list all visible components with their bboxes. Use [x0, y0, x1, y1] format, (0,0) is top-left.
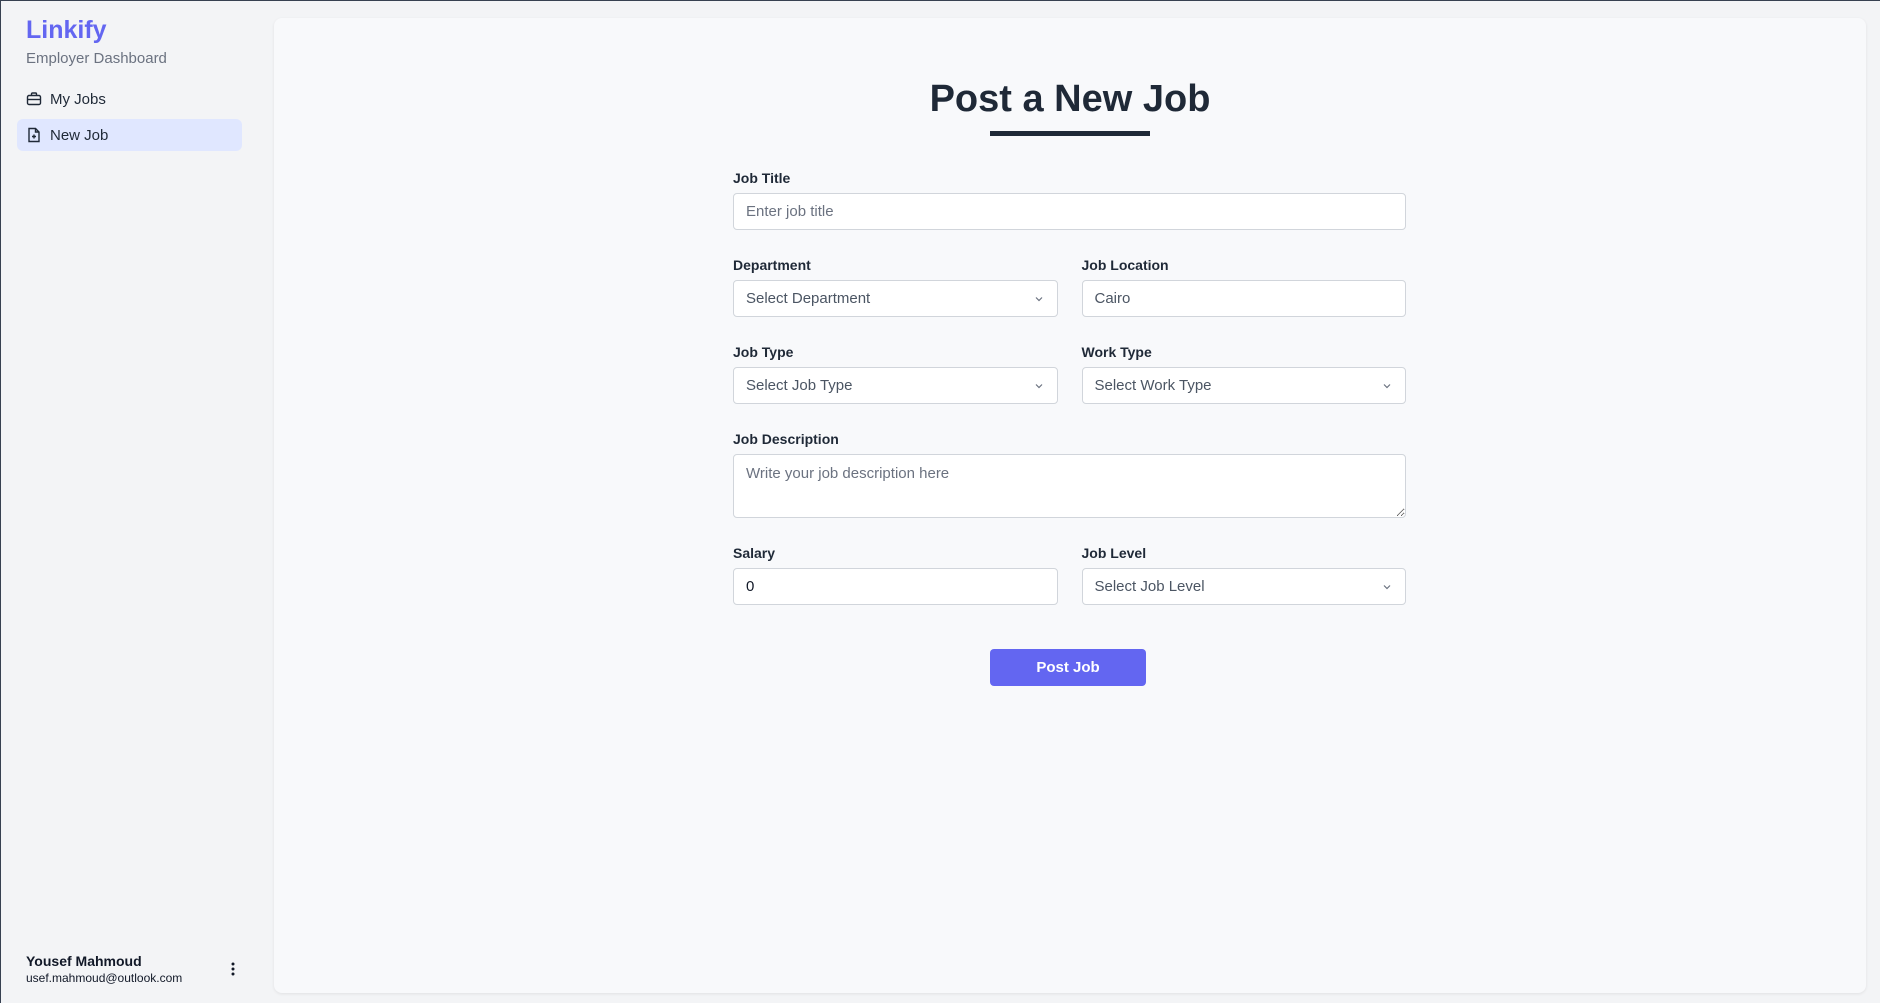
salary-level-row: Salary Job Level Select Job Level [733, 543, 1406, 605]
main-panel: Post a New Job Job Title Department Sele… [274, 18, 1866, 993]
job-title-label: Job Title [733, 170, 791, 186]
work-type-select-value: Select Work Type [1094, 377, 1212, 394]
job-level-label: Job Level [1081, 545, 1147, 561]
salary-input[interactable] [733, 568, 1058, 605]
type-row: Job Type Select Job Type Work Type Selec… [733, 342, 1406, 404]
job-location-input[interactable] [1081, 280, 1406, 317]
sidebar-item-label: New Job [50, 126, 109, 144]
file-plus-icon [26, 127, 42, 143]
user-email: usef.mahmoud@outlook.com [26, 971, 183, 985]
department-select[interactable]: Select Department [733, 280, 1058, 317]
department-label: Department [733, 257, 811, 273]
chevron-down-icon [1381, 581, 1393, 593]
job-description-group: Job Description [733, 429, 1406, 518]
brand-logo[interactable]: Linkify [26, 16, 107, 45]
job-title-group: Job Title [733, 168, 1406, 230]
job-level-select-value: Select Job Level [1094, 578, 1205, 595]
user-name: Yousef Mahmoud [26, 953, 142, 969]
job-description-label: Job Description [733, 431, 839, 447]
title-underline [990, 131, 1150, 136]
department-location-row: Department Select Department Job Locatio… [733, 255, 1406, 317]
job-location-label: Job Location [1081, 257, 1169, 273]
sidebar-item-label: My Jobs [50, 90, 106, 108]
chevron-down-icon [1033, 380, 1045, 392]
sidebar: Linkify Employer Dashboard My Jobs New J… [1, 1, 258, 1003]
more-vertical-icon[interactable] [225, 959, 241, 979]
chevron-down-icon [1381, 380, 1393, 392]
sidebar-item-new-job[interactable]: New Job [17, 119, 242, 151]
user-profile: Yousef Mahmoud usef.mahmoud@outlook.com [26, 953, 241, 985]
sidebar-item-my-jobs[interactable]: My Jobs [17, 83, 242, 115]
post-job-form: Job Title Department Select Department J… [733, 168, 1406, 630]
job-type-label: Job Type [733, 344, 794, 360]
post-job-button[interactable]: Post Job [990, 649, 1146, 686]
job-description-textarea[interactable] [733, 454, 1406, 518]
chevron-down-icon [1033, 293, 1045, 305]
work-type-select[interactable]: Select Work Type [1081, 367, 1406, 404]
job-level-select[interactable]: Select Job Level [1081, 568, 1406, 605]
department-select-value: Select Department [746, 290, 871, 307]
sidebar-nav: My Jobs New Job [17, 83, 242, 155]
job-type-select-value: Select Job Type [746, 377, 853, 394]
salary-label: Salary [733, 545, 776, 561]
job-type-select[interactable]: Select Job Type [733, 367, 1058, 404]
brand-subtitle: Employer Dashboard [26, 50, 167, 67]
page-title: Post a New Job [929, 78, 1211, 120]
work-type-label: Work Type [1081, 344, 1152, 360]
briefcase-icon [26, 91, 42, 107]
job-title-input[interactable] [733, 193, 1406, 230]
